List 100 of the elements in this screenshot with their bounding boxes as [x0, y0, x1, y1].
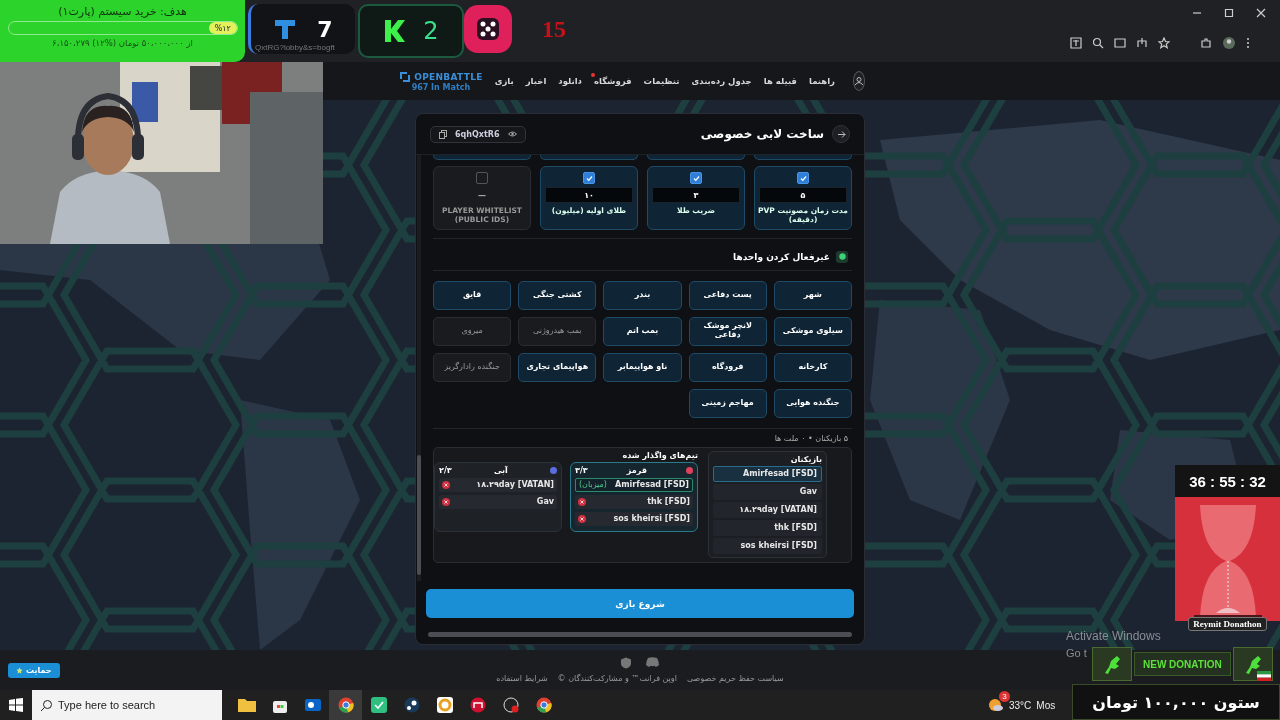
- unit-toggle[interactable]: سیلوی موشکی: [773, 316, 852, 346]
- shield-icon[interactable]: [620, 657, 633, 669]
- lobby-code-chip[interactable]: 6qhQxtR6: [430, 125, 526, 143]
- profile-icon[interactable]: [1222, 36, 1236, 50]
- start-button[interactable]: شروع بازی: [426, 589, 854, 618]
- dice-icon: [464, 5, 512, 53]
- nav-link[interactable]: دانلود: [558, 76, 582, 86]
- footer-link[interactable]: سیاست حفظ حریم خصوصی: [686, 674, 784, 683]
- footer-link[interactable]: شرایط استفاده: [496, 674, 548, 683]
- unit-toggle[interactable]: فرودگاه: [688, 352, 767, 382]
- player-item[interactable]: thk [FSD]: [713, 519, 822, 536]
- nav-link[interactable]: تنظیمات: [643, 76, 680, 86]
- hand-icon: [1092, 647, 1132, 681]
- ring-app-icon[interactable]: [436, 697, 453, 713]
- close-icon[interactable]: [1256, 8, 1266, 18]
- unit-toggle[interactable]: ناو هواپیمابر: [603, 352, 682, 382]
- number-field[interactable]: ۵: [759, 187, 847, 203]
- goal-title: هدف: خرید سیستم (پارت۱): [58, 5, 187, 18]
- member-name: ۱۸.۲۹day [VATAN]: [475, 480, 554, 490]
- number-field[interactable]: ۳: [652, 187, 740, 203]
- search-field[interactable]: Type here to search: [32, 690, 222, 720]
- nav-link[interactable]: راهنما: [808, 76, 835, 86]
- profile-button[interactable]: [853, 71, 865, 91]
- nav-link[interactable]: بازی: [494, 76, 514, 86]
- member-name: Gav: [535, 497, 554, 507]
- player-item[interactable]: Gav: [713, 483, 822, 500]
- logo-text[interactable]: OPENBATTLE: [414, 71, 483, 82]
- lobby-code: 6qhQxtR6: [455, 129, 500, 139]
- checkbox[interactable]: [690, 172, 702, 184]
- remove-icon[interactable]: [442, 497, 450, 506]
- checkbox[interactable]: [476, 172, 488, 184]
- unit-toggle[interactable]: قایق: [433, 280, 512, 310]
- steam-icon[interactable]: [403, 697, 420, 713]
- nav-link[interactable]: اخبار: [525, 76, 547, 86]
- unit-toggle[interactable]: کارخانه: [773, 352, 852, 382]
- star-icon: [16, 666, 23, 674]
- number-field[interactable]: —: [477, 187, 487, 203]
- weather-icon[interactable]: [988, 697, 1004, 713]
- game-app-icon[interactable]: [469, 697, 486, 713]
- unit-toggle[interactable]: مهاجم زمینی: [688, 388, 767, 418]
- temperature: 33°C: [1009, 699, 1032, 711]
- eye-icon: [507, 131, 517, 137]
- unit-toggle[interactable]: شهر: [773, 280, 852, 310]
- remove-icon[interactable]: [578, 497, 586, 506]
- remove-icon[interactable]: [442, 480, 450, 489]
- notification-badge: 3: [999, 691, 1010, 702]
- unit-toggle[interactable]: جنگنده هوایی: [773, 388, 852, 418]
- k-logo-icon: [383, 18, 406, 44]
- nav-link[interactable]: جدول رده‌بندی: [691, 76, 752, 86]
- unit-toggle[interactable]: کشتی جنگی: [518, 280, 597, 310]
- number-field[interactable]: ۱۰: [545, 187, 633, 203]
- unit-toggle[interactable]: جنگنده رادارگریز: [433, 352, 512, 382]
- maximize-icon[interactable]: [1224, 8, 1234, 18]
- player-item[interactable]: ۱۸.۲۹day [VATAN]: [713, 501, 822, 518]
- star-icon[interactable]: [1158, 37, 1170, 49]
- match-count: 967 In Match: [411, 82, 471, 92]
- nav-link[interactable]: فروشگاه: [593, 76, 632, 86]
- shield-check-icon[interactable]: [370, 697, 387, 713]
- unit-toggle[interactable]: بندر: [603, 280, 682, 310]
- nav-link[interactable]: قبیله ها: [763, 76, 797, 86]
- support-button[interactable]: حمایت: [8, 662, 60, 678]
- unit-toggle[interactable]: میروی: [433, 316, 512, 346]
- member-name: Amirfesad [FSD]: [614, 480, 689, 490]
- scrollbar[interactable]: [428, 632, 852, 637]
- windows-icon[interactable]: [9, 698, 23, 712]
- unit-toggle[interactable]: لانچر موشک دفاعی: [688, 316, 767, 346]
- mail-icon[interactable]: [304, 697, 321, 713]
- host-tag: (میزبان): [579, 480, 607, 490]
- team-name: قرمز: [625, 465, 648, 475]
- record-app-icon[interactable]: [502, 697, 519, 713]
- back-button[interactable]: [832, 125, 850, 143]
- extensions-icon[interactable]: [1200, 37, 1212, 49]
- unit-toggle[interactable]: بمب هیدروژنی: [518, 316, 597, 346]
- folder-icon[interactable]: [237, 698, 256, 712]
- search-icon: [40, 699, 53, 712]
- translate-icon[interactable]: [1070, 37, 1082, 49]
- remove-icon[interactable]: [578, 514, 586, 523]
- logo-icon: [399, 70, 412, 83]
- footer-link[interactable]: اوپن فرانت™ و مشارکت‌کنندگان ©: [557, 674, 677, 683]
- flag-icon: [1257, 671, 1271, 681]
- menu-icon[interactable]: [1246, 37, 1250, 49]
- checkbox[interactable]: [583, 172, 595, 184]
- taskbar-button[interactable]: [329, 690, 362, 720]
- cast-icon[interactable]: [1114, 37, 1126, 49]
- team-count: ۳/۳: [575, 465, 588, 475]
- browser-icon[interactable]: [535, 697, 552, 713]
- scrollbar[interactable]: [417, 155, 421, 581]
- unit-toggle[interactable]: هواپیمای تجاری: [518, 352, 597, 382]
- checkbox[interactable]: [797, 172, 809, 184]
- arrow-icon: [836, 129, 846, 139]
- player-item[interactable]: Amirfesad [FSD]: [713, 465, 822, 482]
- unit-toggle[interactable]: بمب اتم: [603, 316, 682, 346]
- section-title: غیرفعال کردن واحدها: [733, 251, 830, 262]
- unit-toggle[interactable]: پست دفاعی: [688, 280, 767, 310]
- share-icon[interactable]: [1136, 37, 1148, 49]
- countdown-timer: 36 : 55 : 32: [1175, 465, 1280, 497]
- zoom-icon[interactable]: [1092, 37, 1104, 49]
- player-item[interactable]: sos kheirsi [FSD]: [713, 537, 822, 554]
- progress-percent: %۱۲: [214, 23, 231, 33]
- discord-icon[interactable]: [646, 657, 660, 667]
